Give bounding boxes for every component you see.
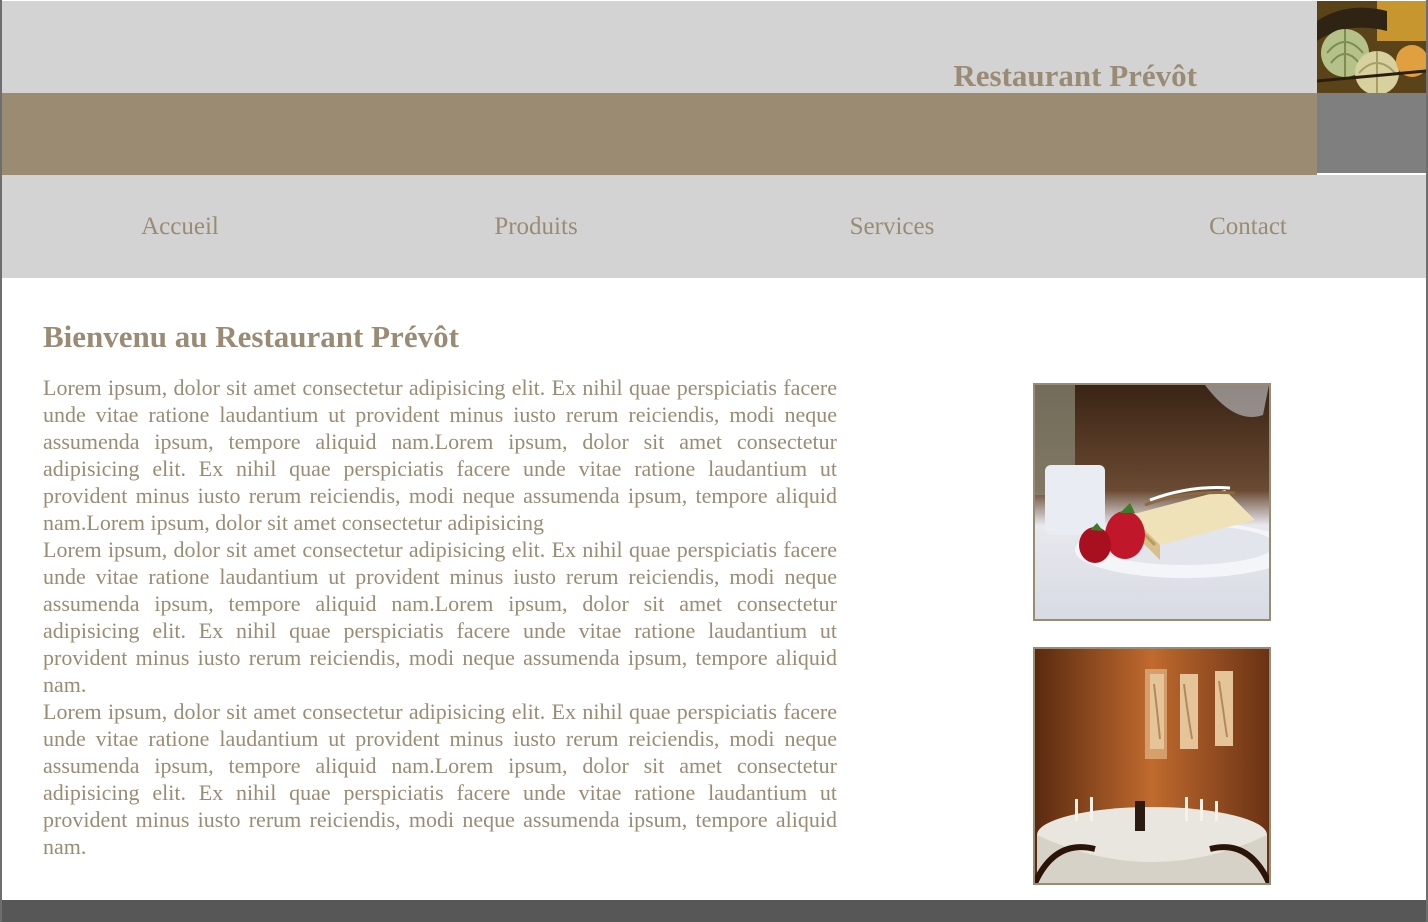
nav-item-services[interactable]: Services (850, 213, 935, 241)
intro-text: Lorem ipsum, dolor sit amet consectetur … (43, 374, 837, 860)
nav-item-contact[interactable]: Contact (1209, 213, 1287, 241)
main-nav: Accueil Produits Services Contact (2, 175, 1426, 278)
logo-photo (1317, 1, 1426, 93)
paragraph-3: Lorem ipsum, dolor sit amet consectetur … (43, 699, 837, 859)
header-top-band: Restaurant Prévôt (2, 1, 1317, 93)
brand-title: Restaurant Prévôt (953, 58, 1197, 93)
nav-item-accueil[interactable]: Accueil (141, 213, 219, 241)
nav-item-produits[interactable]: Produits (494, 213, 577, 241)
header-brown-band (2, 93, 1317, 175)
footer-bar (0, 900, 1428, 922)
paragraph-2: Lorem ipsum, dolor sit amet consectetur … (43, 537, 837, 697)
page-title: Bienvenu au Restaurant Prévôt (43, 319, 459, 354)
paragraph-1: Lorem ipsum, dolor sit amet consectetur … (43, 375, 837, 535)
dessert-photo (1033, 383, 1271, 621)
dining-room-photo (1033, 647, 1271, 885)
header-gray-block (1317, 93, 1426, 173)
